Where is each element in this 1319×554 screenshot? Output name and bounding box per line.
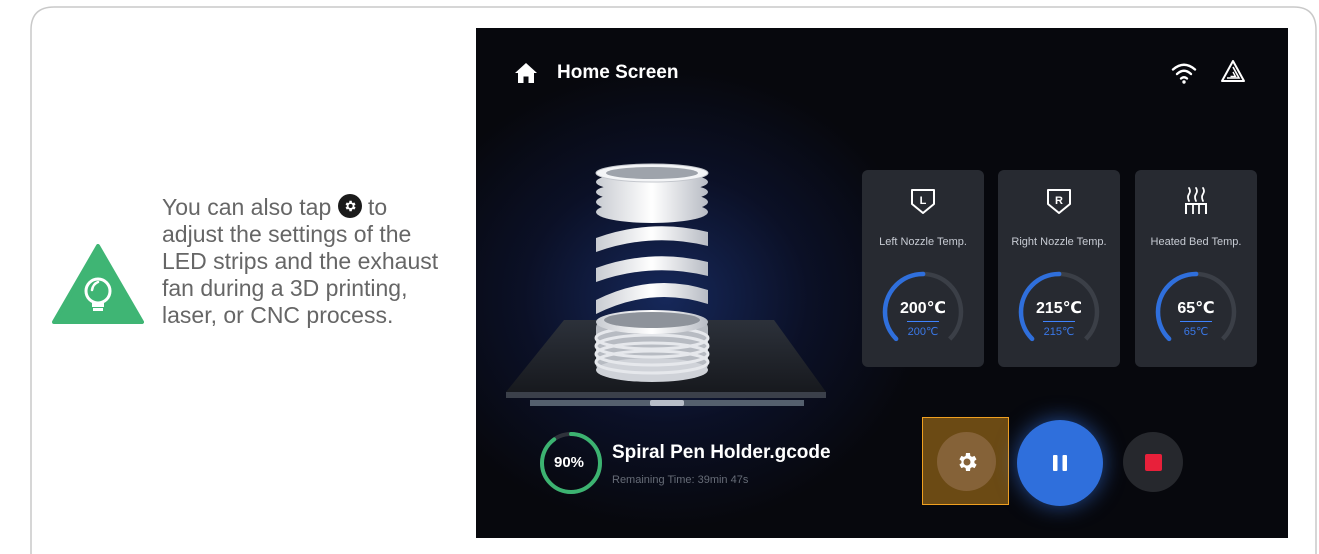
- settings-button[interactable]: [922, 417, 1009, 505]
- screen-title: Home Screen: [557, 62, 679, 83]
- wifi-icon[interactable]: [1171, 61, 1197, 85]
- printer-model-image: [506, 163, 826, 406]
- svg-text:L: L: [920, 195, 927, 207]
- card-target: 215℃: [1043, 326, 1075, 338]
- stop-button[interactable]: [1123, 432, 1183, 492]
- lightbulb-icon: [52, 244, 144, 324]
- top-bar: Home Screen: [476, 28, 1288, 108]
- card-label: Heated Bed Temp.: [1150, 236, 1242, 248]
- left-nozzle-icon: L: [911, 189, 935, 214]
- card-divider: [1043, 321, 1075, 322]
- tip-text: You can also tap to adjust the settings …: [162, 194, 442, 329]
- pause-button[interactable]: [1017, 420, 1103, 506]
- card-target: 200℃: [907, 326, 939, 338]
- heated-bed-card[interactable]: Heated Bed Temp. 65℃ 65℃: [1135, 170, 1257, 367]
- card-value: 65℃: [1177, 300, 1215, 317]
- card-divider: [907, 321, 939, 322]
- home-icon[interactable]: [514, 62, 538, 84]
- svg-text:R: R: [1055, 195, 1063, 207]
- tip-text-lead: You can also tap: [162, 194, 338, 220]
- left-nozzle-card[interactable]: L Left Nozzle Temp. 200℃ 200℃: [862, 170, 984, 367]
- heated-bed-icon: [1185, 187, 1207, 214]
- card-label: Left Nozzle Temp.: [879, 236, 967, 248]
- right-nozzle-card[interactable]: R Right Nozzle Temp. 215℃ 215℃: [998, 170, 1120, 367]
- pause-icon: [1053, 455, 1067, 471]
- card-value: 215℃: [1035, 300, 1083, 317]
- card-value: 200℃: [899, 300, 947, 317]
- right-nozzle-icon: R: [1047, 189, 1071, 214]
- gear-icon: [337, 194, 362, 218]
- job-remaining-time: Remaining Time: 39min 47s: [612, 474, 749, 486]
- job-progress-percent: 90%: [553, 454, 585, 471]
- card-target: 65℃: [1183, 326, 1209, 338]
- card-divider: [1180, 321, 1212, 322]
- gear-icon: [959, 453, 977, 471]
- tip-block: You can also tap to adjust the settings …: [52, 190, 438, 390]
- logo-icon: [1221, 60, 1245, 82]
- settings-button-inner[interactable]: [937, 432, 996, 491]
- card-label: Right Nozzle Temp.: [1011, 236, 1107, 248]
- job-file-name: Spiral Pen Holder.gcode: [612, 442, 831, 463]
- printer-screen: Home Screen L Left Nozzle Temp. 200℃ 200…: [476, 28, 1288, 538]
- stop-icon: [1145, 454, 1162, 471]
